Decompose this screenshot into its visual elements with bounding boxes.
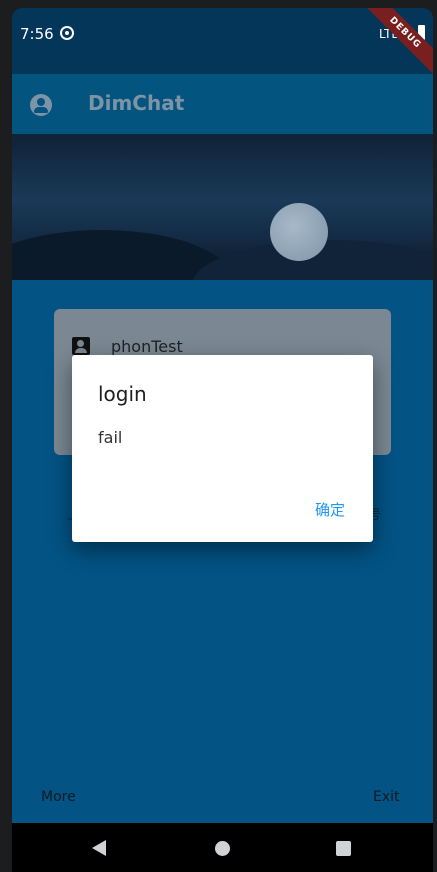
account-circle-icon[interactable]	[30, 94, 52, 116]
contact-icon	[72, 337, 90, 355]
home-icon[interactable]	[215, 841, 230, 856]
app-bar: DimChat	[12, 74, 433, 134]
dialog-message: fail	[98, 428, 123, 447]
system-nav-bar	[12, 823, 433, 872]
status-time: 7:56	[20, 25, 54, 43]
confirm-button[interactable]: 确定	[315, 499, 345, 520]
status-bar: 7:56 LTE	[12, 8, 433, 74]
app-title: DimChat	[88, 91, 185, 115]
banner-moon	[270, 203, 328, 261]
sync-icon	[60, 26, 74, 40]
dialog-title: login	[98, 382, 147, 406]
username-field[interactable]: phonTest	[111, 337, 183, 356]
back-icon[interactable]	[92, 840, 106, 856]
recents-icon[interactable]	[336, 841, 351, 856]
login-dialog: login fail 确定	[72, 355, 373, 542]
header-banner-image	[12, 134, 433, 280]
more-button[interactable]: More	[41, 789, 76, 805]
exit-button[interactable]: Exit	[373, 789, 400, 805]
